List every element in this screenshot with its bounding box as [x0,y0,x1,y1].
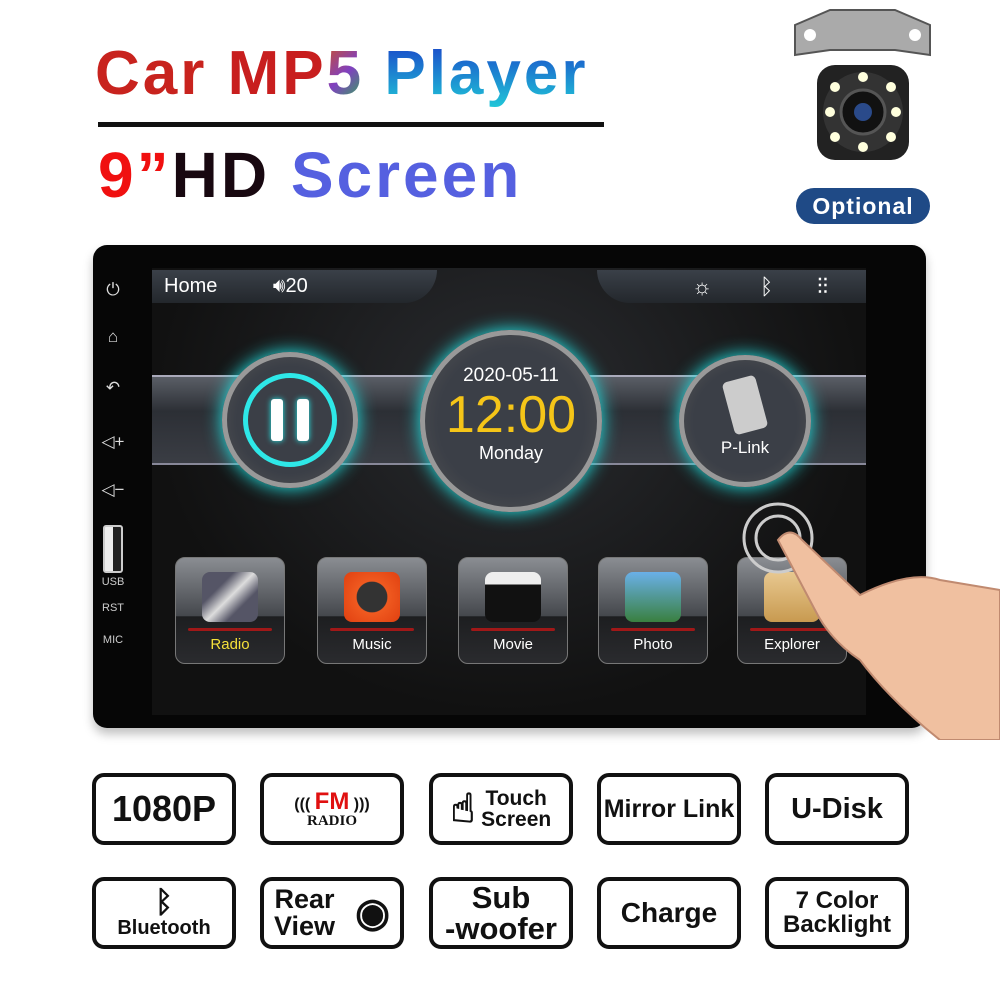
app-radio[interactable]: Radio [175,557,285,664]
clock-widget[interactable]: 2020-05-11 12:00 Monday [420,330,602,512]
usb-label: USB [101,576,125,588]
status-bar-right: ☼ ᛒ ⫶⫶ [597,270,866,303]
optional-badge: Optional [796,188,930,224]
bluetooth-logo-icon: ᛒ [155,886,173,919]
feature-7-color-backlight: 7 Color Backlight [765,877,909,949]
clock-date: 2020-05-11 [463,365,559,386]
rst-button[interactable]: RST [96,602,130,614]
play-pause-button[interactable] [222,352,358,488]
feature-rear-view: Rear View ◉ [260,877,404,949]
usb-port-icon [103,525,123,573]
status-bar-left: Home 🔊︎20 [152,270,437,303]
photo-icon [625,572,681,622]
finger-icon: ☝︎ [450,787,476,831]
power-icon[interactable]: ⏻ [98,280,128,300]
pause-icon [271,399,283,441]
plink-label: P-Link [720,438,770,457]
feature-mirror-link: Mirror Link [597,773,741,845]
volume-down-icon[interactable]: ◁− [98,480,128,500]
feature-fm-radio: ((( FM ))) RADIO [260,773,404,845]
app-photo[interactable]: Photo [598,557,708,664]
bluetooth-icon[interactable]: ᛒ [760,270,773,303]
volume-level: 20 [285,275,308,297]
feature-u-disk: U-Disk [765,773,909,845]
music-icon [344,572,400,622]
feature-touch-screen: ☝︎ Touch Screen [429,773,573,845]
feature-charge: Charge [597,877,741,949]
back-icon[interactable]: ↶ [98,378,128,398]
title-line-2: 9”HD Screen [98,139,523,211]
volume-icon: 🔊︎ [272,275,286,297]
feature-bluetooth: ᛒ Bluetooth [92,877,236,949]
satellite-icon [202,572,258,622]
mic-label: MIC [102,634,124,646]
touching-hand-image [742,502,1000,740]
equalizer-icon[interactable]: ⫶⫶ [817,270,828,303]
rear-camera-image [794,9,931,160]
clock-time: 12:00 [445,386,577,444]
feature-subwoofer: Sub -woofer [429,877,573,949]
home-label[interactable]: Home [164,275,217,297]
home-icon[interactable]: ⌂ [98,327,128,347]
plink-button[interactable]: P-Link [679,355,811,487]
app-music[interactable]: Music [317,557,427,664]
divider [98,122,604,127]
phone-icon [721,374,769,436]
clapperboard-icon [485,572,541,622]
feature-1080p: 1080P [92,773,236,845]
clock-day: Monday [478,443,544,463]
title-line-1: Car MP5 Player [95,39,589,108]
webcam-icon: ◉ [355,891,390,935]
volume-up-icon[interactable]: ◁+ [98,432,128,452]
brightness-icon[interactable]: ☼ [692,270,712,303]
app-movie[interactable]: Movie [458,557,568,664]
